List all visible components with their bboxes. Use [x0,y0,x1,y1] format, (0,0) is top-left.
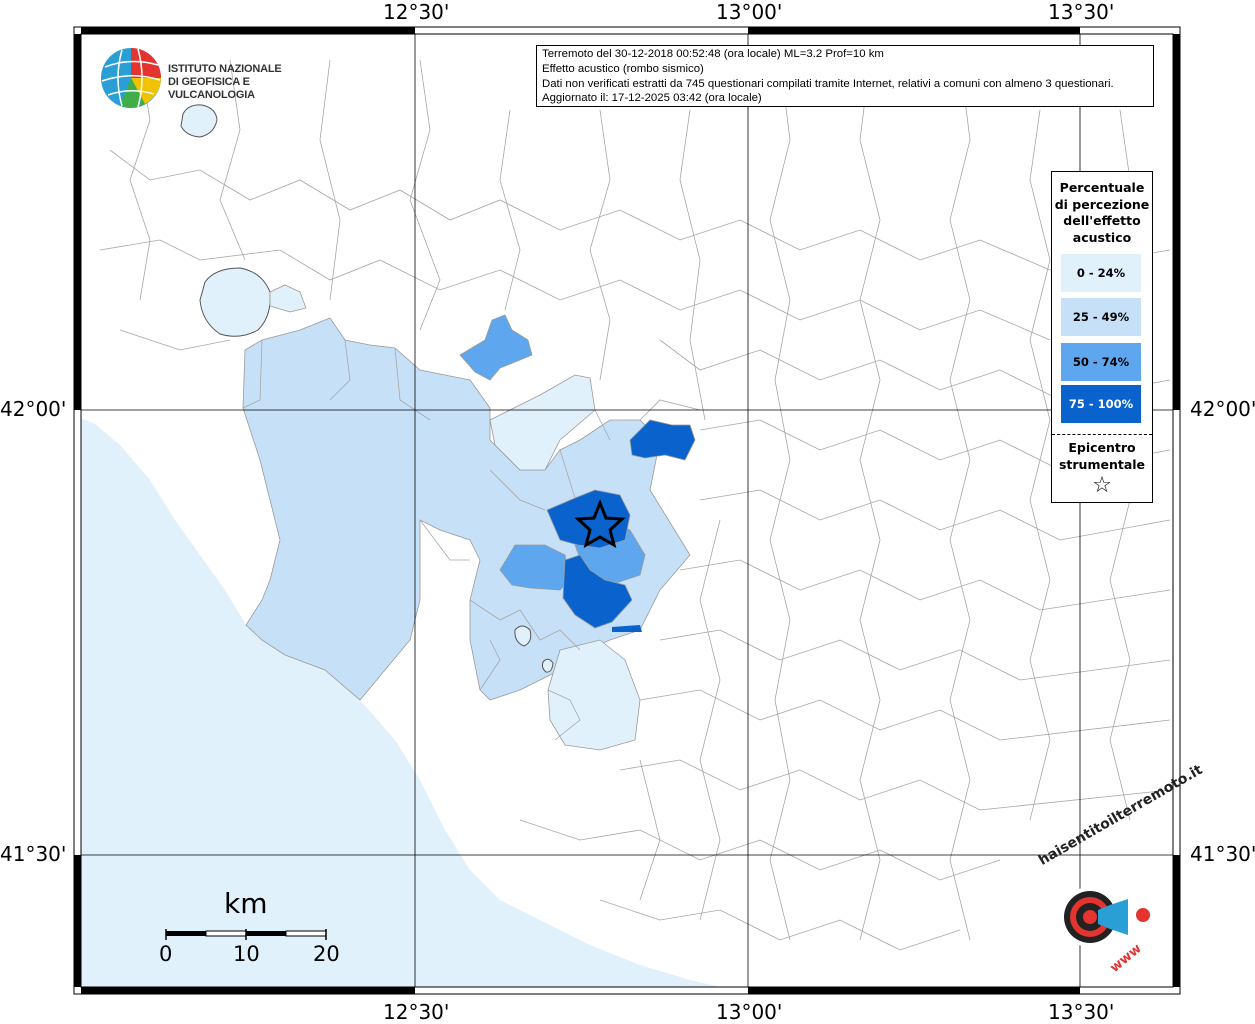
scale-title: km [224,887,268,920]
left-label-4130: 41°30' [0,842,67,866]
legend-title-line: dell'effetto [1063,213,1141,228]
legend-separator [1052,434,1152,435]
legend-star-icon: ☆ [1092,473,1112,498]
lake-nemi [541,658,554,673]
logo-line-2: DI GEOFISICA E VULCANOLOGIA [168,76,255,101]
legend-item-0-24: 0 - 24% [1061,254,1141,292]
top-label-1230: 12°30' [383,0,450,24]
ingv-globe-icon [101,48,161,108]
legend-epicenter-label: Epicentro strumentale [1052,440,1152,473]
haisentito-logo: haisentitoilterremoto.it www [1030,762,1205,985]
event-updated: Aggiornato il: 17-12-2025 03:42 (ora loc… [542,92,762,105]
lake-north [180,104,218,138]
legend-item-50-74: 50 - 74% [1061,343,1141,381]
right-label-4130: 41°30' [1190,842,1255,866]
top-label-1330: 13°30' [1048,0,1115,24]
event-data-note: Dati non verificati estratti da 745 ques… [542,77,1114,90]
event-info-box: Terremoto del 30-12-2018 00:52:48 (ora l… [536,45,1154,107]
left-label-4200: 42°00' [0,397,67,421]
legend: Percentuale di percezione dell'effetto a… [1051,171,1153,503]
scale-tick-0: 0 [159,942,173,966]
lake-bracciano [199,267,271,337]
logo-line-1: ISTITUTO NAZIONALE [168,63,282,75]
region-0-24-nw [269,284,307,313]
legend-title: Percentuale di percezione dell'effetto a… [1052,180,1152,246]
top-label-1300: 13°00' [716,0,783,24]
region-0-24-south [547,639,641,751]
bottom-label-1230: 12°30' [383,1000,450,1024]
bottom-label-1330: 13°30' [1048,1000,1115,1024]
event-effect: Effetto acustico (rombo sismico) [542,62,704,75]
legend-title-line: Percentuale [1059,180,1145,195]
scale-tick-10: 10 [233,942,260,966]
bottom-label-1300: 13°00' [716,1000,783,1024]
legend-item-25-49: 25 - 49% [1061,298,1141,336]
legend-item-75-100: 75 - 100% [1061,385,1141,423]
speaker-target-icon [1060,887,1150,947]
legend-epicenter-line: Epicentro [1068,440,1136,455]
region-50-74-north [459,314,533,381]
legend-epicenter-line: strumentale [1058,456,1146,472]
right-label-4200: 42°00' [1190,397,1255,421]
ingv-logo: ISTITUTO NAZIONALE DI GEOFISICA E VULCAN… [100,47,320,109]
event-title: Terremoto del 30-12-2018 00:52:48 (ora l… [542,48,884,60]
scale-tick-20: 20 [313,942,340,966]
legend-title-line: acustico [1072,229,1132,245]
legend-title-line: di percezione [1054,196,1150,212]
